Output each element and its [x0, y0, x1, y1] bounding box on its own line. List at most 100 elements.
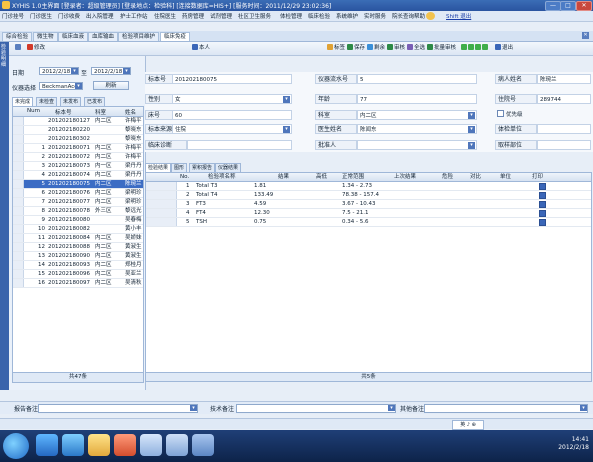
menu-inpatient-doctor[interactable]: 住院医生: [154, 12, 176, 20]
row-header[interactable]: [13, 234, 24, 242]
menu-help[interactable]: 帮助: [414, 12, 425, 20]
doctor-field[interactable]: 陈闻东 ▾: [357, 124, 477, 134]
collect-site-field[interactable]: [537, 140, 591, 150]
audit-button[interactable]: 审核: [387, 44, 405, 53]
print-checkbox[interactable]: [539, 210, 546, 217]
nav-arrows[interactable]: [461, 44, 489, 53]
priority-checkbox[interactable]: 优先级: [495, 110, 591, 120]
date-from-input[interactable]: 2012/2/18 ▾: [39, 67, 79, 75]
tab-immunology[interactable]: 临床免疫: [160, 32, 191, 41]
clock-time[interactable]: 14:41: [558, 436, 589, 444]
menu-admission[interactable]: 出入院管理: [86, 12, 114, 20]
search-icon[interactable]: [15, 44, 22, 53]
close-button[interactable]: ✕: [576, 1, 592, 11]
chevron-down-icon[interactable]: ▾: [580, 405, 587, 411]
col-range[interactable]: 正常范围: [342, 173, 364, 181]
tab-microbe[interactable]: 微生物: [33, 32, 58, 41]
row-header[interactable]: [13, 198, 24, 206]
tab-blood[interactable]: 临床血液: [58, 32, 89, 41]
row-header[interactable]: [146, 182, 177, 190]
col-print[interactable]: 打印: [532, 173, 543, 181]
result-value[interactable]: 1.81: [254, 182, 266, 190]
minimize-button[interactable]: —: [545, 1, 561, 11]
exit-button[interactable]: 退出: [495, 44, 513, 53]
row-header[interactable]: [146, 191, 177, 199]
label-button[interactable]: 标签: [327, 44, 345, 53]
table-row[interactable]: 10 201202180082 黄小丰: [13, 225, 143, 234]
admission-no-field[interactable]: 289744: [537, 94, 591, 104]
col-specimen-no[interactable]: 标本号: [55, 108, 72, 116]
tech-note-input[interactable]: ▾: [236, 404, 396, 413]
report-note-input[interactable]: ▾: [38, 404, 198, 413]
print-checkbox[interactable]: [539, 192, 546, 199]
col-no[interactable]: No.: [180, 173, 189, 181]
col-compare[interactable]: 对比: [470, 173, 481, 181]
table-row[interactable]: 3 201202180073 内一区 梁丹丹: [13, 162, 143, 171]
col-result[interactable]: 结果: [278, 173, 289, 181]
dept-field[interactable]: 内二区 ▾: [357, 110, 477, 120]
row-header[interactable]: [13, 270, 24, 278]
batch-audit-button[interactable]: 批量审核: [427, 44, 456, 53]
row-header[interactable]: [13, 261, 24, 269]
table-row[interactable]: 6 201202180076 内二区 梁明珍: [13, 189, 143, 198]
col-unit[interactable]: 单位: [500, 173, 511, 181]
table-row[interactable]: 14 201202180093 内二区 郑桂月: [13, 261, 143, 270]
result-value[interactable]: 133.49: [254, 191, 273, 199]
table-row[interactable]: 4 201202180074 内二区 梁丹丹: [13, 171, 143, 180]
start-button[interactable]: [3, 433, 29, 459]
chevron-down-icon[interactable]: ▾: [468, 112, 475, 119]
maximize-button[interactable]: □: [560, 1, 576, 11]
app-icon-5[interactable]: [140, 434, 162, 456]
result-value[interactable]: 4.59: [254, 200, 266, 208]
print-checkbox[interactable]: [539, 219, 546, 226]
table-row[interactable]: 15 201202180096 内二区 吴亚兰: [13, 270, 143, 279]
save-button[interactable]: 保存: [347, 44, 365, 53]
date-to-input[interactable]: 2012/2/18 ▾: [91, 67, 131, 75]
menu-outpatient-doctor[interactable]: 门诊医生: [30, 12, 52, 20]
menu-exit[interactable]: Shift 退出: [446, 12, 471, 20]
menu-pharmacy[interactable]: 药房管理: [182, 12, 204, 20]
row-header[interactable]: [13, 252, 24, 260]
menu-physical-exam[interactable]: 体检管理: [280, 12, 302, 20]
menu-outpatient-register[interactable]: 门诊挂号: [2, 12, 24, 20]
menu-community[interactable]: 社区卫生服务: [238, 12, 271, 20]
table-row[interactable]: 13 201202180090 内二区 黄淑生: [13, 252, 143, 261]
table-row[interactable]: 9 201202180080 吴春梅: [13, 216, 143, 225]
app-icon-6[interactable]: [166, 434, 188, 456]
tab-transfusion[interactable]: 血库输血: [88, 32, 119, 41]
table-row[interactable]: 4 FT4 12.30 7.5 - 21.1: [146, 209, 591, 218]
table-row[interactable]: 5 TSH 0.75 0.34 - 5.6: [146, 218, 591, 227]
ime-indicator[interactable]: 英 ♪ ⊕: [452, 420, 484, 430]
ie-icon[interactable]: [36, 434, 58, 456]
table-row[interactable]: 16 201202180097 内二区 吴清秋: [13, 279, 143, 288]
row-header[interactable]: [13, 207, 24, 215]
diagnosis-field[interactable]: [187, 140, 292, 150]
table-row[interactable]: 201202180220 黎晓东: [13, 126, 143, 135]
table-row[interactable]: 2 Total T4 133.49 78.38 - 157.4: [146, 191, 591, 200]
app-icon-4[interactable]: [114, 434, 136, 456]
edit-button[interactable]: 修改: [27, 44, 45, 53]
source-field[interactable]: 住院 ▾: [172, 124, 292, 134]
row-header[interactable]: [13, 144, 24, 152]
chevron-down-icon[interactable]: ▾: [468, 142, 475, 149]
row-header[interactable]: [146, 209, 177, 217]
menu-system[interactable]: 系统维护: [336, 12, 358, 20]
chevron-down-icon[interactable]: ▾: [71, 68, 78, 74]
table-row[interactable]: 11 201202180084 内二区 吴娇妹: [13, 234, 143, 243]
col-num[interactable]: Num: [27, 108, 40, 114]
chevron-down-icon[interactable]: ▾: [123, 68, 130, 74]
side-strip[interactable]: 检验明细: [0, 42, 9, 390]
col-flag[interactable]: 高低: [316, 173, 327, 181]
row-header[interactable]: [13, 225, 24, 233]
sex-field[interactable]: 女 ▾: [172, 94, 292, 104]
print-checkbox[interactable]: [539, 201, 546, 208]
table-row[interactable]: 7 201202180077 内二区 梁明珍: [13, 198, 143, 207]
specimen-no-field[interactable]: 201202180075: [172, 74, 292, 84]
patient-name-field[interactable]: 陈琬兰: [537, 74, 591, 84]
bed-field[interactable]: 60: [172, 110, 292, 120]
row-header[interactable]: [13, 153, 24, 161]
menu-nurse-station[interactable]: 护士工作站: [120, 12, 148, 20]
chevron-down-icon[interactable]: ▾: [190, 405, 197, 411]
table-row[interactable]: 3 FT3 4.59 3.67 - 10.43: [146, 200, 591, 209]
row-header[interactable]: [13, 171, 24, 179]
